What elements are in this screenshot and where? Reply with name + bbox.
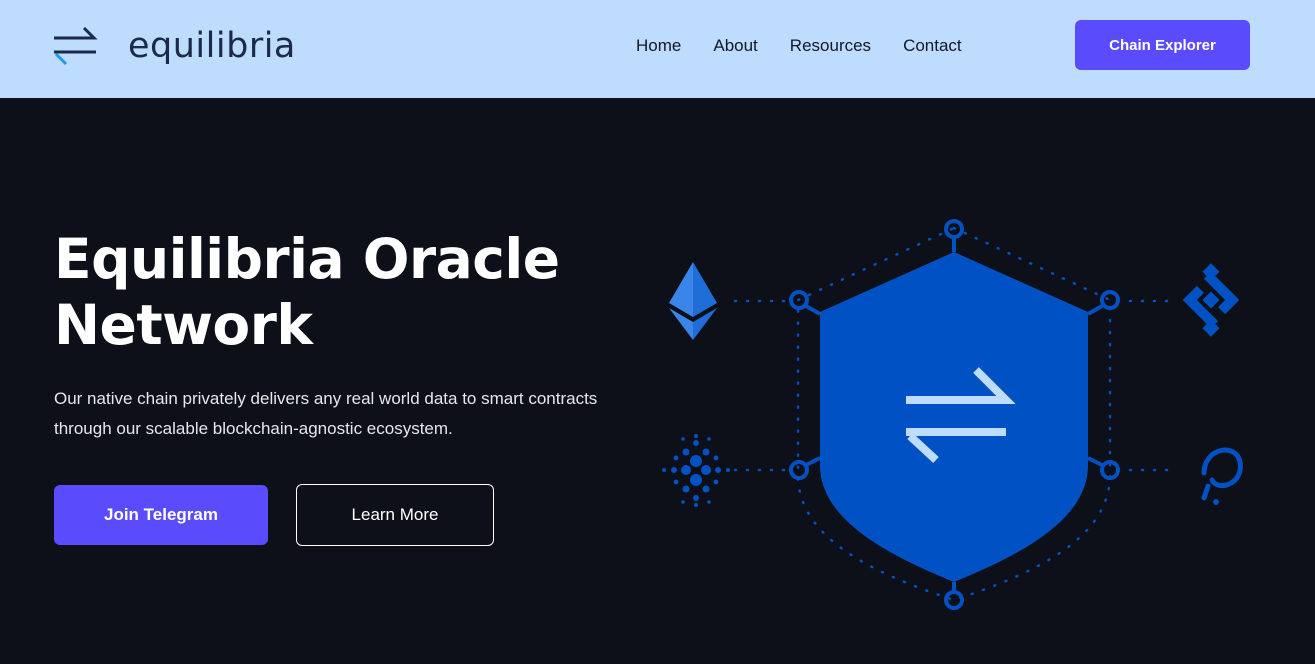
- exchange-arrows-icon: [54, 26, 98, 66]
- polkadot-icon: [1201, 447, 1243, 505]
- ethereum-icon: [669, 262, 717, 340]
- learn-more-button[interactable]: Learn More: [296, 484, 494, 546]
- nav-home[interactable]: Home: [636, 34, 681, 58]
- logo[interactable]: equilibria: [52, 24, 296, 68]
- hero-description: Our native chain privately delivers any …: [54, 389, 598, 438]
- nav-resources[interactable]: Resources: [790, 34, 871, 58]
- binance-icon: [1182, 263, 1240, 337]
- nav-about[interactable]: About: [713, 34, 757, 58]
- main-nav: Home About Resources Contact: [636, 34, 994, 58]
- logo-text: equilibria: [128, 26, 296, 66]
- network-illustration: [662, 219, 1243, 610]
- join-telegram-button[interactable]: Join Telegram: [54, 485, 268, 545]
- chain-explorer-button[interactable]: Chain Explorer: [1075, 20, 1250, 70]
- nav-contact[interactable]: Contact: [903, 34, 962, 58]
- cardano-icon: [662, 434, 730, 507]
- hero-title: Equilibria Oracle Network: [54, 227, 560, 357]
- shield-shape: [820, 252, 1088, 582]
- site-header: equilibria Home About Resources Contact …: [0, 0, 1315, 98]
